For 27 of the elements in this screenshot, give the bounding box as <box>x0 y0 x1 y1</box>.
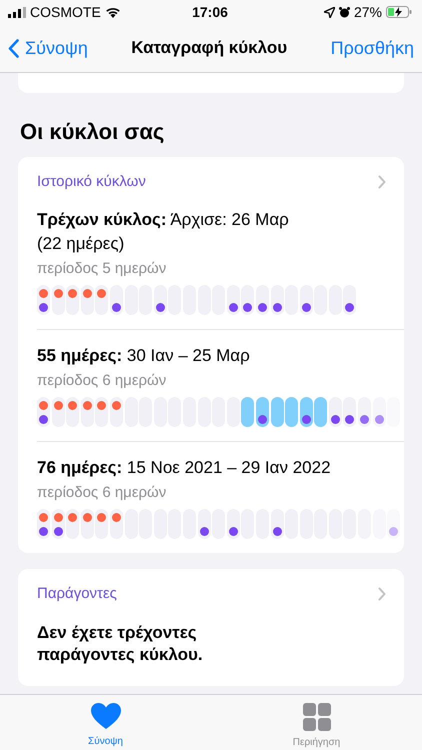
grid-icon <box>302 703 330 731</box>
signal-icon <box>8 6 26 18</box>
alarm-clock-icon <box>338 6 350 18</box>
tab-item[interactable]: Περιήγηση <box>211 695 422 750</box>
factors-message: Δεν έχετε τρέχοντες παράγοντες κύκλου. <box>37 622 204 666</box>
cycle-title: 55 ημέρες: 30 Ιαν – 25 Μαρ <box>37 345 251 367</box>
battery-percent: 27% <box>354 4 382 20</box>
cycle-title: 76 ημέρες: 15 Νοε 2021 – 29 Ιαν 2022 <box>37 457 332 479</box>
period-length: περίοδος 5 ημερών <box>37 260 168 277</box>
heart-icon <box>90 703 120 730</box>
location-arrow-icon <box>324 6 335 18</box>
cycle-history-link[interactable]: Ιστορικό κύκλων <box>37 157 404 200</box>
back-button[interactable]: Σύνοψη <box>8 38 88 58</box>
period-length: περίοδος 6 ημερών <box>37 484 168 501</box>
cycle-title: Τρέχων κύκλος: Άρχισε: 26 Μαρ (22 ημέρες) <box>37 209 290 255</box>
chevron-right-icon <box>378 586 386 600</box>
carrier-name: COSMOTE <box>30 4 101 20</box>
section-title: Οι κύκλοι σας <box>20 119 166 145</box>
nav-title: Καταγραφή κύκλου <box>131 38 288 58</box>
tab-item[interactable]: Σύνοψη <box>0 695 211 750</box>
factors-link[interactable]: Παράγοντες <box>37 569 404 612</box>
wifi-icon <box>104 6 121 18</box>
clock-time: 17:06 <box>192 4 228 20</box>
chevron-right-icon <box>378 174 386 188</box>
chevron-left-icon <box>8 38 19 58</box>
period-length: περίοδος 6 ημερών <box>37 372 168 389</box>
add-button[interactable]: Προσθήκη <box>330 38 414 58</box>
